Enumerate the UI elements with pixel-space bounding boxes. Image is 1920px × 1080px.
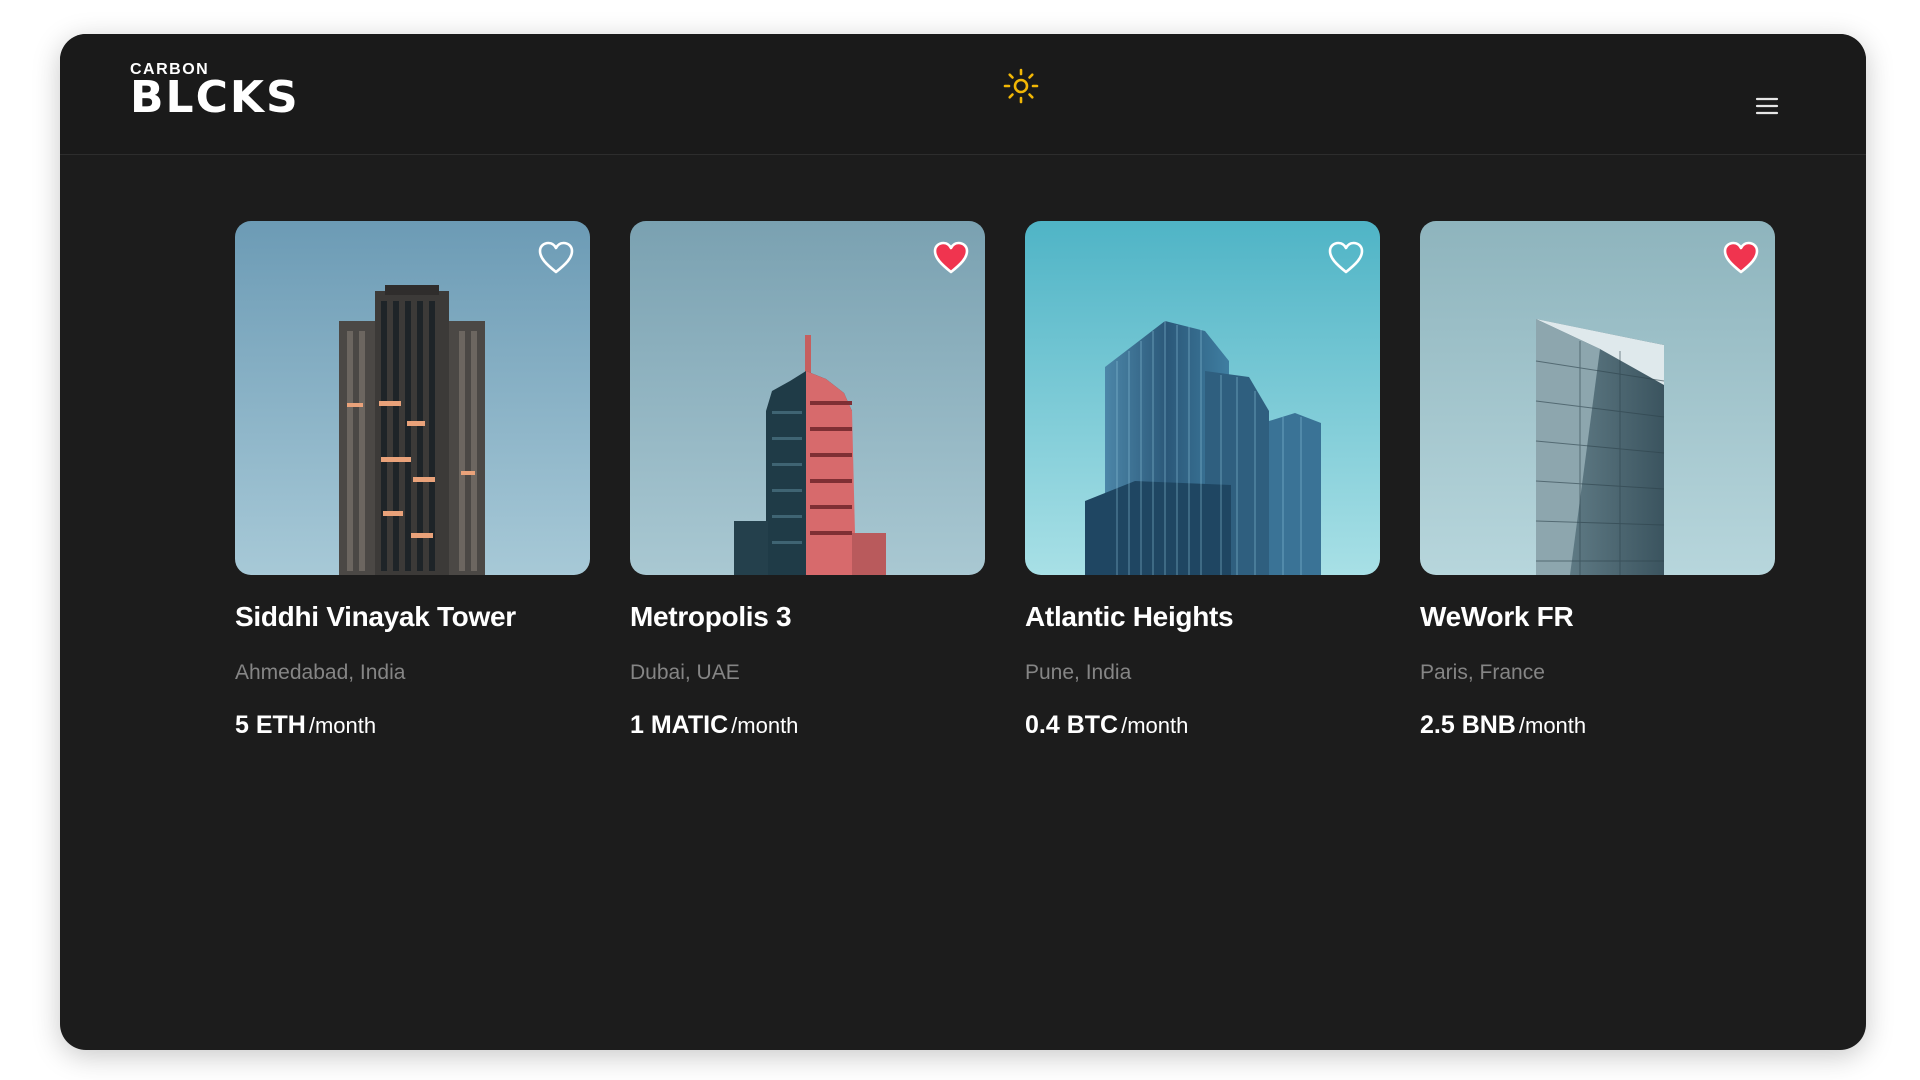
heart-icon[interactable] <box>933 241 969 275</box>
price-amount: 1 MATIC <box>630 711 729 739</box>
property-price: 2.5 BNB/month <box>1420 711 1775 740</box>
property-price: 0.4 BTC/month <box>1025 711 1380 740</box>
property-title[interactable]: Atlantic Heights <box>1025 601 1380 633</box>
property-location: Paris, France <box>1420 661 1545 684</box>
property-price: 1 MATIC/month <box>630 711 985 740</box>
property-image[interactable] <box>630 221 985 575</box>
heart-icon[interactable] <box>538 241 574 275</box>
logo[interactable]: CARBON BLCKS <box>130 62 300 123</box>
property-card[interactable]: Metropolis 3 Dubai, UAE 1 MATIC/month <box>630 221 985 740</box>
price-amount: 5 ETH <box>235 711 306 739</box>
property-list: Siddhi Vinayak Tower Ahmedabad, India 5 … <box>235 221 1775 740</box>
price-period: /month <box>1121 713 1189 738</box>
heart-icon[interactable] <box>1328 241 1364 275</box>
top-navbar: CARBON BLCKS <box>60 34 1866 155</box>
property-title[interactable]: Siddhi Vinayak Tower <box>235 601 590 633</box>
property-card[interactable]: WeWork FR Paris, France 2.5 BNB/month <box>1420 221 1775 740</box>
property-card[interactable]: Siddhi Vinayak Tower Ahmedabad, India 5 … <box>235 221 590 740</box>
property-price: 5 ETH/month <box>235 711 590 740</box>
price-period: /month <box>308 713 377 738</box>
price-amount: 2.5 BNB <box>1420 711 1516 739</box>
property-image[interactable] <box>1420 221 1775 575</box>
property-card[interactable]: Atlantic Heights Pune, India 0.4 BTC/mon… <box>1025 221 1380 740</box>
hamburger-menu-icon[interactable] <box>1752 91 1782 121</box>
price-amount: 0.4 BTC <box>1025 711 1119 739</box>
price-period: /month <box>731 713 799 738</box>
property-title[interactable]: Metropolis 3 <box>630 601 985 633</box>
property-location: Ahmedabad, India <box>235 661 406 684</box>
heart-icon[interactable] <box>1723 241 1759 275</box>
property-location: Pune, India <box>1025 661 1132 684</box>
app-window: CARBON BLCKS Siddhi Vinayak Tower Ahmeda… <box>60 34 1866 1050</box>
property-image[interactable] <box>1025 221 1380 575</box>
logo-main-text: BLCKS <box>130 72 300 123</box>
property-image[interactable] <box>235 221 590 575</box>
sun-icon[interactable] <box>1001 66 1041 106</box>
property-location: Dubai, UAE <box>630 661 740 684</box>
price-period: /month <box>1518 713 1587 738</box>
property-title[interactable]: WeWork FR <box>1420 601 1775 633</box>
